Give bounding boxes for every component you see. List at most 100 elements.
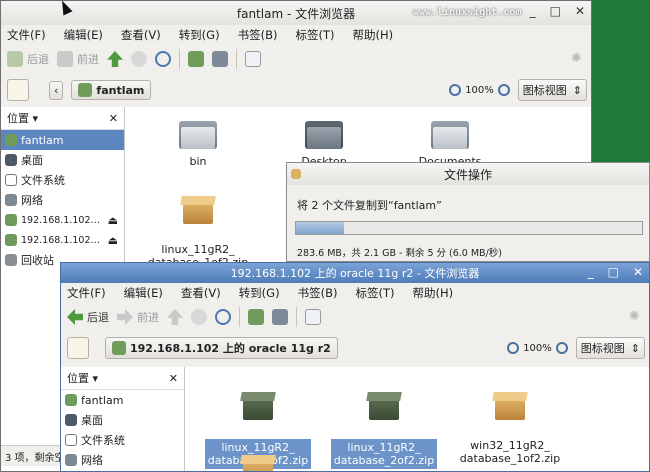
- close-sidebar-icon[interactable]: ✕: [169, 372, 178, 385]
- sidebar-item-fantlam[interactable]: fantlam: [61, 390, 184, 410]
- maximize-icon[interactable]: □: [608, 265, 619, 279]
- window-title: fantlam - 文件浏览器: [236, 6, 356, 21]
- menu-help[interactable]: 帮助(H): [352, 27, 393, 43]
- menu-view[interactable]: 查看(V): [121, 27, 161, 43]
- file-browser-window-oracle: 192.168.1.102 上的 oracle 11g r2 - 文件浏览器 _…: [60, 262, 650, 472]
- places-select[interactable]: 位置 ▾: [67, 370, 98, 386]
- sidebar-item-filesystem[interactable]: 文件系统: [61, 430, 184, 450]
- watermark-text: www.linuxsight.com: [413, 7, 522, 18]
- window-titlebar[interactable]: fantlam - 文件浏览器 www.linuxsight.com _ □ ✕: [1, 1, 591, 25]
- menu-tabs[interactable]: 标签(T): [355, 285, 394, 301]
- copy-progress-fill: [296, 222, 345, 234]
- sidebar-item-desktop[interactable]: 桌面: [1, 150, 124, 170]
- path-back-arrow-button[interactable]: ‹: [49, 80, 64, 100]
- folder-item-desktop[interactable]: Desktop: [269, 117, 379, 168]
- file-item-win32-zip-1[interactable]: win32_11gR2_ database_1of2.zip: [455, 377, 565, 465]
- folder-item-bin[interactable]: bin: [143, 117, 253, 168]
- zoom-in-icon[interactable]: [555, 342, 568, 354]
- menu-help[interactable]: 帮助(H): [412, 285, 453, 301]
- view-mode-select[interactable]: 图标视图 ⇕: [517, 79, 587, 101]
- sidebar-item-filesystem[interactable]: 文件系统: [1, 170, 124, 190]
- arrow-right-icon: [117, 309, 133, 325]
- trash-icon: [5, 254, 17, 266]
- path-button-fantlam[interactable]: fantlam: [71, 80, 152, 100]
- menu-edit[interactable]: 编辑(E): [124, 285, 163, 301]
- toolbar-separator: [296, 307, 297, 327]
- sidebar-item-desktop[interactable]: 桌面: [61, 410, 184, 430]
- desktop-icon: [65, 414, 77, 426]
- home-folder-icon[interactable]: [188, 51, 204, 67]
- folder-item-documents[interactable]: Documents: [395, 117, 505, 168]
- file-item-linux-zip-2[interactable]: linux_11gR2_ database_2of2.zip: [329, 377, 439, 469]
- sidebar-item-fantlam[interactable]: fantlam: [1, 130, 124, 150]
- home-folder-icon[interactable]: [248, 309, 264, 325]
- view-mode-select[interactable]: 图标视图 ⇕: [575, 337, 645, 359]
- archive-icon: [366, 390, 402, 420]
- search-icon[interactable]: [245, 51, 261, 67]
- close-icon[interactable]: ✕: [633, 265, 643, 279]
- close-icon[interactable]: ✕: [575, 4, 585, 18]
- sidebar-item-network-share-1[interactable]: 192.168.1.102… ⏏: [1, 210, 124, 230]
- menu-bookmarks[interactable]: 书签(B): [238, 27, 278, 43]
- window-title: 192.168.1.102 上的 oracle 11g r2 - 文件浏览器: [230, 267, 480, 280]
- arrow-up-icon[interactable]: [167, 309, 183, 325]
- path-button-oracle-share[interactable]: 192.168.1.102 上的 oracle 11g r2: [105, 337, 338, 359]
- eject-icon[interactable]: ⏏: [108, 234, 118, 247]
- sidebar-item-network-share-2[interactable]: 192.168.1.102… ⏏: [1, 230, 124, 250]
- forward-button[interactable]: 前进: [117, 309, 159, 325]
- menu-tabs[interactable]: 标签(T): [295, 27, 334, 43]
- arrow-left-icon: [67, 309, 83, 325]
- arrow-left-icon: [7, 51, 23, 67]
- network-folder-icon: [5, 234, 17, 246]
- arrow-right-icon: [57, 51, 73, 67]
- chevron-updown-icon: ⇕: [630, 341, 640, 355]
- zoom-in-icon[interactable]: [497, 84, 510, 96]
- sidebar-header: 位置 ▾ ✕: [1, 107, 124, 130]
- sidebar-item-network[interactable]: 网络: [61, 450, 184, 470]
- computer-icon[interactable]: [212, 51, 228, 67]
- menu-edit[interactable]: 编辑(E): [64, 27, 103, 43]
- reload-icon[interactable]: [215, 309, 231, 325]
- forward-button[interactable]: 前进: [57, 51, 99, 67]
- arrow-up-icon[interactable]: [107, 51, 123, 67]
- back-button[interactable]: 后退: [7, 51, 49, 67]
- zoom-out-icon[interactable]: [449, 84, 462, 96]
- folder-icon: [431, 117, 469, 149]
- places-select[interactable]: 位置 ▾: [7, 110, 38, 126]
- close-sidebar-icon[interactable]: ✕: [109, 112, 118, 125]
- archive-icon: [180, 194, 216, 224]
- zoom-out-icon[interactable]: [507, 342, 520, 354]
- back-button[interactable]: 后退: [67, 309, 109, 325]
- zoom-level: 100%: [523, 342, 552, 354]
- maximize-icon[interactable]: □: [550, 4, 561, 18]
- folder-icon: [179, 117, 217, 149]
- menu-view[interactable]: 查看(V): [181, 285, 221, 301]
- computer-icon[interactable]: [272, 309, 288, 325]
- window-titlebar[interactable]: 192.168.1.102 上的 oracle 11g r2 - 文件浏览器 _…: [61, 263, 649, 283]
- minimize-icon[interactable]: _: [588, 265, 594, 279]
- network-folder-icon: [112, 341, 126, 355]
- dialog-title: 文件操作: [443, 167, 492, 182]
- home-folder-icon: [78, 83, 93, 97]
- menu-go[interactable]: 转到(G): [239, 285, 280, 301]
- stop-icon[interactable]: [191, 309, 207, 325]
- minimize-icon[interactable]: _: [530, 4, 536, 18]
- file-view: linux_11gR2_ database_1of2.zip linux_11g…: [185, 367, 649, 471]
- menu-file[interactable]: 文件(F): [67, 285, 106, 301]
- desktop-folder-icon: [305, 117, 343, 149]
- toolbar-separator: [239, 307, 240, 327]
- location-toggle-icon[interactable]: [7, 79, 29, 101]
- location-toggle-icon[interactable]: [67, 337, 89, 359]
- menu-file[interactable]: 文件(F): [7, 27, 46, 43]
- stop-icon[interactable]: [131, 51, 147, 67]
- network-icon: [5, 194, 17, 206]
- eject-icon[interactable]: ⏏: [108, 214, 118, 227]
- file-item-linux-zip-1[interactable]: linux_11gR2_ database_1of2.zip: [143, 181, 253, 269]
- search-icon[interactable]: [305, 309, 321, 325]
- menu-go[interactable]: 转到(G): [179, 27, 220, 43]
- reload-icon[interactable]: [155, 51, 171, 67]
- dialog-titlebar[interactable]: 文件操作: [287, 163, 649, 185]
- menu-bookmarks[interactable]: 书签(B): [298, 285, 338, 301]
- sidebar-item-network[interactable]: 网络: [1, 190, 124, 210]
- home-folder-icon: [65, 394, 77, 406]
